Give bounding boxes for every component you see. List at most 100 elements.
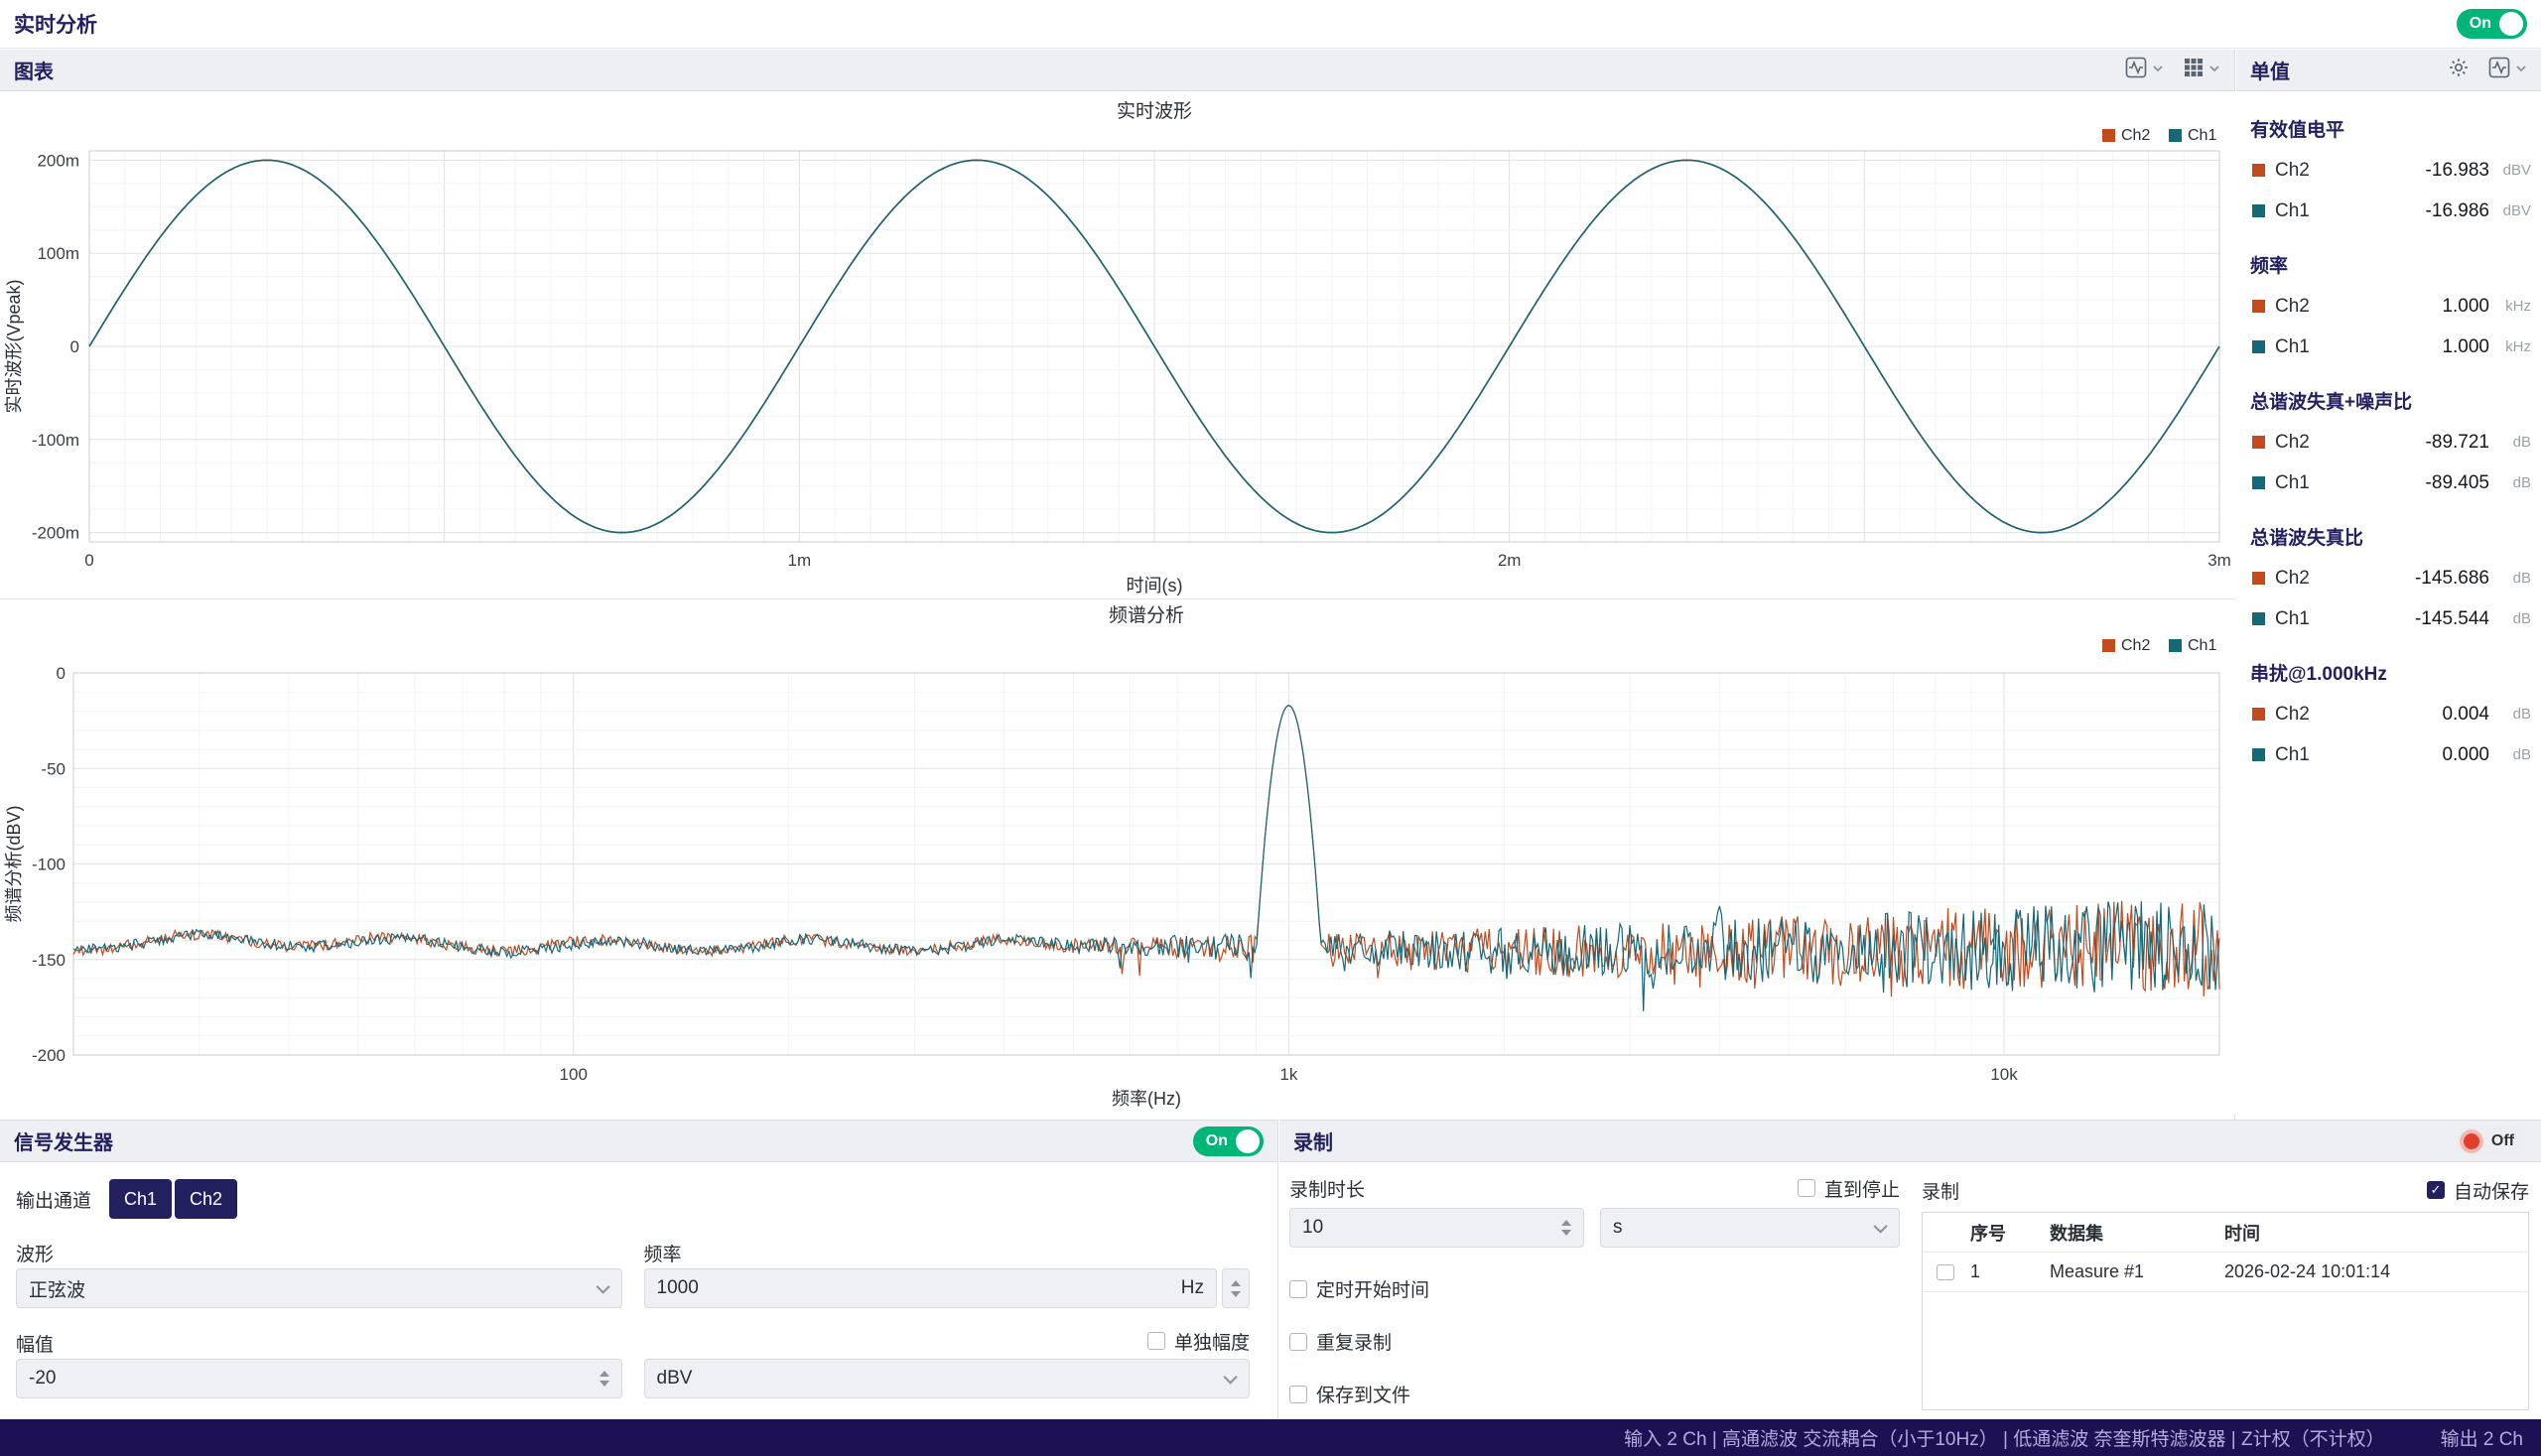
charts-panel: 图表: [0, 50, 2235, 1120]
frequency-stepper[interactable]: [1222, 1268, 1250, 1308]
output-channel-ch1[interactable]: Ch1: [109, 1179, 172, 1219]
repeat-record-option[interactable]: 重复录制: [1289, 1328, 1900, 1355]
generator-title: 信号发生器: [14, 1126, 113, 1155]
value-unit: dB: [2495, 746, 2531, 763]
waveform-select-value: 正弦波: [29, 1275, 85, 1302]
toggle-knob: [1236, 1129, 1260, 1153]
svg-text:-200m: -200m: [32, 524, 79, 543]
svg-text:-150: -150: [32, 951, 66, 970]
record-header: 录制 Off: [1279, 1121, 2541, 1162]
amplitude-label: 幅值: [16, 1330, 622, 1352]
output-channel-ch2[interactable]: Ch2: [175, 1179, 237, 1219]
amplitude-input[interactable]: [29, 1368, 590, 1390]
svg-text:10k: 10k: [1990, 1065, 2018, 1084]
value-readout: 0.004: [2442, 704, 2489, 726]
output-channel-row: 输出通道 Ch1Ch2: [16, 1178, 237, 1220]
individual-amplitude-option[interactable]: 单独幅度: [1147, 1328, 1250, 1355]
waveform-chart: 实时波形Ch1Ch2200m100m0-100m-200m01m2m3m时间(s…: [0, 91, 2235, 599]
waveform-select[interactable]: 正弦波: [16, 1268, 622, 1308]
values-display-menu[interactable]: [2488, 57, 2527, 83]
value-group: 串扰@1.000kHzCh20.004dBCh10.000dB: [2236, 653, 2541, 775]
svg-text:Ch2: Ch2: [2121, 127, 2150, 144]
table-col-header: 序号: [1970, 1220, 2050, 1246]
until-stop-checkbox[interactable]: [1798, 1179, 1815, 1197]
autosave-option[interactable]: ✓ 自动保存: [2427, 1177, 2529, 1204]
duration-unit-select[interactable]: s: [1600, 1208, 1900, 1248]
charts-header-icons: [2125, 57, 2220, 83]
table-row[interactable]: 1Measure #12026-02-24 10:01:14: [1923, 1253, 2528, 1292]
frequency-input[interactable]: [657, 1277, 1173, 1299]
duration-input[interactable]: [1302, 1217, 1551, 1239]
value-group-title: 有效值电平: [2236, 109, 2541, 150]
value-row: Ch2-145.686dB: [2236, 558, 2541, 598]
signal-generator-panel: 信号发生器 On 输出通道 Ch1Ch2 波形 正弦波 幅值: [0, 1120, 1278, 1419]
individual-amplitude-checkbox[interactable]: [1147, 1332, 1165, 1350]
value-row: Ch10.000dB: [2236, 734, 2541, 775]
value-readout: 1.000: [2442, 336, 2489, 358]
gear-icon[interactable]: [2449, 58, 2469, 82]
save-to-file-option[interactable]: 保存到文件: [1289, 1381, 1900, 1407]
save-to-file-label: 保存到文件: [1316, 1381, 1410, 1407]
realtime-power-toggle[interactable]: On: [2457, 9, 2527, 39]
value-row: Ch1-89.405dB: [2236, 463, 2541, 503]
svg-text:Ch2: Ch2: [2121, 637, 2150, 654]
value-unit: dB: [2495, 434, 2531, 451]
scheduled-start-checkbox[interactable]: [1289, 1280, 1307, 1298]
row-checkbox[interactable]: [1937, 1264, 1954, 1280]
channel-color-swatch: [2252, 572, 2265, 585]
channel-label: Ch2: [2275, 568, 2310, 590]
status-input-filters: 输入 2 Ch | 高通滤波 交流耦合（小于10Hz） | 低通滤波 奈奎斯特滤…: [1624, 1424, 2384, 1451]
row-time-cell: 2026-02-24 10:01:14: [2224, 1261, 2528, 1282]
frequency-unit: Hz: [1181, 1277, 1204, 1299]
repeat-record-label: 重复录制: [1316, 1328, 1392, 1355]
svg-text:-100m: -100m: [32, 431, 79, 450]
value-group-title: 总谐波失真比: [2236, 517, 2541, 558]
autosave-checkbox[interactable]: ✓: [2427, 1181, 2445, 1199]
waveform-box-icon: [2125, 57, 2147, 83]
values-list: 有效值电平Ch2-16.983dBVCh1-16.986dBV频率Ch21.00…: [2236, 91, 2541, 775]
channel-label: Ch1: [2275, 608, 2310, 630]
svg-text:-100: -100: [32, 856, 66, 874]
value-unit: dBV: [2495, 162, 2531, 179]
value-group: 频率Ch21.000kHzCh11.000kHz: [2236, 245, 2541, 367]
value-unit: dB: [2495, 610, 2531, 627]
value-readout: -145.686: [2415, 568, 2489, 590]
svg-text:实时波形: 实时波形: [1117, 100, 1192, 122]
value-unit: dBV: [2495, 202, 2531, 219]
duration-field: [1289, 1208, 1584, 1248]
chart-style-menu[interactable]: [2125, 57, 2164, 83]
spectrum-chart: 频谱分析Ch1Ch20-50-100-150-2001001k10k频率(Hz)…: [0, 599, 2235, 1114]
svg-text:0: 0: [84, 551, 93, 570]
record-list-section: 录制 ✓ 自动保存 序号数据集时间 1Measure #12026-02-24 …: [1922, 1178, 2529, 1410]
frequency-row: Hz: [644, 1268, 1251, 1308]
channel-color-swatch: [2252, 436, 2265, 449]
values-panel-header: 单值: [2236, 50, 2541, 91]
toggle-knob-red: [2460, 1129, 2483, 1153]
values-header-icons: [2449, 57, 2527, 83]
value-readout: -145.544: [2415, 608, 2489, 630]
value-readout: 0.000: [2442, 744, 2489, 766]
spectrum-line-ch1: [73, 706, 2219, 1011]
app-header: 实时分析 On: [0, 0, 2541, 49]
row-number-cell: 1: [1970, 1261, 2050, 1282]
channel-color-swatch: [2252, 612, 2265, 625]
until-stop-option[interactable]: 直到停止: [1798, 1175, 1900, 1202]
scheduled-start-option[interactable]: 定时开始时间: [1289, 1275, 1900, 1302]
duration-unit-value: s: [1613, 1217, 1623, 1239]
svg-text:0: 0: [70, 337, 79, 356]
duration-stepper[interactable]: [1561, 1220, 1571, 1236]
record-title: 录制: [1293, 1126, 1333, 1155]
chevron-down-icon: [2208, 62, 2220, 79]
value-readout: 1.000: [2442, 296, 2489, 318]
chart-layout-menu[interactable]: [2184, 58, 2220, 82]
save-to-file-checkbox[interactable]: [1289, 1386, 1307, 1403]
amplitude-unit-select[interactable]: dBV: [644, 1359, 1251, 1398]
status-bar: 输入 2 Ch | 高通滤波 交流耦合（小于10Hz） | 低通滤波 奈奎斯特滤…: [0, 1419, 2541, 1456]
frequency-label: 频率: [644, 1240, 1251, 1261]
repeat-record-checkbox[interactable]: [1289, 1333, 1307, 1351]
amplitude-stepper[interactable]: [600, 1371, 609, 1387]
generator-power-toggle[interactable]: On: [1193, 1126, 1264, 1156]
autosave-label: 自动保存: [2454, 1177, 2529, 1204]
record-power-toggle[interactable]: Off: [2456, 1126, 2527, 1156]
channel-label: Ch1: [2275, 336, 2310, 358]
